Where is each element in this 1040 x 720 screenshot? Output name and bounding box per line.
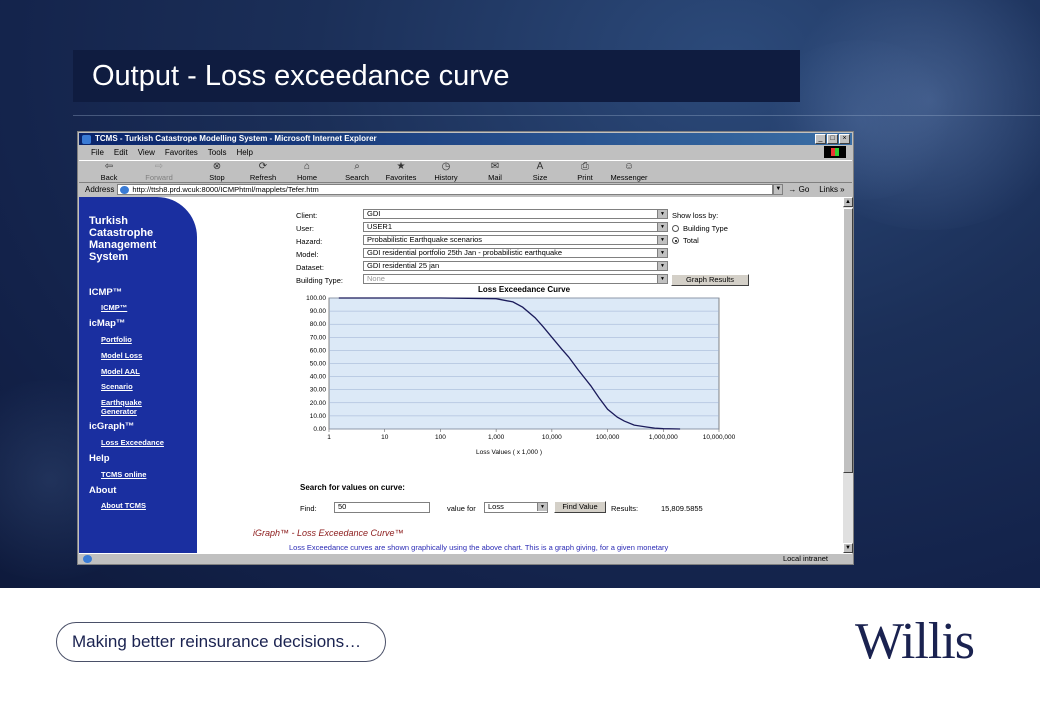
- ie-logo-icon: [82, 135, 91, 144]
- back-button[interactable]: ⇦ Back: [89, 161, 129, 182]
- igraph-body: Loss Exceedance curves are shown graphic…: [289, 543, 669, 552]
- menu-favorites[interactable]: Favorites: [165, 148, 198, 157]
- chart-x-tick-label: 1,000: [488, 434, 505, 441]
- go-button[interactable]: → Go: [788, 185, 809, 194]
- close-icon[interactable]: ×: [839, 134, 850, 144]
- maximize-icon[interactable]: □: [827, 134, 838, 144]
- mail-icon: ✉: [490, 161, 500, 172]
- chart-x-tick-label: 10: [381, 434, 389, 441]
- print-button[interactable]: ⎙ Print: [565, 161, 605, 182]
- results-label: Results:: [611, 504, 639, 513]
- messenger-icon: ☺: [623, 161, 635, 172]
- find-value-button[interactable]: Find Value: [554, 501, 606, 513]
- print-icon: ⎙: [581, 161, 589, 172]
- chart-y-tick-label: 80.00: [310, 321, 327, 328]
- chart-y-tick-label: 40.00: [310, 374, 327, 381]
- chart-y-tick-label: 60.00: [310, 347, 327, 354]
- tagline: Making better reinsurance decisions…: [56, 622, 386, 662]
- scroll-up-icon[interactable]: ▲: [843, 197, 853, 207]
- chart-y-tick-label: 50.00: [310, 361, 327, 368]
- search-button[interactable]: ⌕ Search: [337, 161, 377, 182]
- value-for-label: value for: [447, 504, 476, 513]
- slide-title: Output - Loss exceedance curve: [92, 60, 510, 92]
- scroll-thumb[interactable]: [843, 208, 853, 473]
- address-bar: Address http://ttsh8.prd.wcuk:8000/ICMPh…: [79, 183, 852, 196]
- refresh-button[interactable]: ⟳ Refresh: [243, 161, 283, 182]
- find-input[interactable]: 50: [334, 502, 430, 513]
- history-button[interactable]: ◷ History: [426, 161, 466, 182]
- forward-button[interactable]: ⇨ Forward: [139, 161, 179, 182]
- mail-button[interactable]: ✉ Mail: [475, 161, 515, 182]
- status-zone: Local intranet: [782, 554, 828, 563]
- size-button[interactable]: A Size: [520, 161, 560, 182]
- page-done-icon: [83, 555, 92, 563]
- favorites-icon: ★: [396, 161, 406, 172]
- windows-logo-icon: [824, 146, 846, 158]
- results-value: 15,809.5855: [661, 504, 703, 513]
- title-divider: [73, 115, 1040, 116]
- menu-view[interactable]: View: [138, 148, 155, 157]
- chart-y-tick-label: 100.00: [306, 295, 326, 302]
- scroll-down-icon[interactable]: ▼: [843, 543, 853, 553]
- history-icon: ◷: [441, 161, 451, 172]
- chart-y-tick-label: 20.00: [310, 400, 327, 407]
- back-arrow-icon: ⇦: [104, 161, 114, 172]
- value-for-select[interactable]: Loss ▼: [484, 502, 548, 513]
- chart-x-tick-label: 100,000: [596, 434, 620, 441]
- address-input[interactable]: http://ttsh8.prd.wcuk:8000/ICMPhtml/mapp…: [117, 184, 774, 195]
- page-icon: [120, 186, 130, 194]
- chart-x-tick-label: 10,000,000: [703, 434, 736, 441]
- chart-x-axis-label: Loss Values ( x 1,000 ): [476, 449, 542, 456]
- links-button[interactable]: Links »: [819, 185, 844, 194]
- nav-link-tcms-online[interactable]: TCMS online: [101, 470, 146, 479]
- chart-x-tick-label: 100: [435, 434, 446, 441]
- browser-window: TCMS - Turkish Catastrope Modelling Syst…: [77, 131, 854, 565]
- browser-title: TCMS - Turkish Catastrope Modelling Syst…: [95, 134, 377, 143]
- menu-file[interactable]: File: [91, 148, 104, 157]
- igraph-title: iGraph™ - Loss Exceedance Curve™: [253, 528, 404, 538]
- chart-y-tick-label: 10.00: [310, 413, 327, 420]
- chart-x-tick-label: 1,000,000: [649, 434, 678, 441]
- size-icon: A: [536, 161, 544, 172]
- chart-y-tick-label: 70.00: [310, 334, 327, 341]
- vertical-scrollbar[interactable]: ▲ ▼: [843, 197, 853, 553]
- chart-y-tick-label: 0.00: [313, 426, 326, 433]
- status-bar: Local intranet: [79, 553, 852, 564]
- forward-arrow-icon: ⇨: [154, 161, 164, 172]
- chart-x-tick-label: 10,000: [542, 434, 562, 441]
- find-label: Find:: [300, 504, 317, 513]
- browser-titlebar: TCMS - Turkish Catastrope Modelling Syst…: [79, 133, 852, 145]
- page-content: Turkish Catastrophe Management System IC…: [79, 197, 843, 553]
- menu-tools[interactable]: Tools: [208, 148, 227, 157]
- messenger-button[interactable]: ☺ Messenger: [609, 161, 649, 182]
- home-icon: ⌂: [303, 161, 311, 172]
- address-dropdown-icon[interactable]: ▼: [773, 184, 784, 195]
- menu-bar: File Edit View Favorites Tools Help: [79, 146, 852, 159]
- chevron-down-icon: ▼: [537, 503, 547, 511]
- chart-y-tick-label: 90.00: [310, 308, 327, 315]
- nav-link-about-tcms[interactable]: About TCMS: [101, 501, 146, 510]
- loss-exceedance-chart: 100.0090.0080.0070.0060.0050.0040.0030.0…: [306, 285, 736, 456]
- minimize-icon[interactable]: _: [815, 134, 826, 144]
- search-icon: ⌕: [354, 161, 360, 172]
- chart-title: Loss Exceedance Curve: [478, 285, 571, 294]
- chart-x-tick-label: 1: [327, 434, 331, 441]
- menu-edit[interactable]: Edit: [114, 148, 128, 157]
- nav-section-about: About: [89, 485, 117, 496]
- stop-icon: ⊗: [212, 161, 222, 172]
- toolbar: ⇦ Back ⇨ Forward ⊗ Stop ⟳ Refresh ⌂ Home ⌕ Sea…: [79, 160, 852, 183]
- menu-help[interactable]: Help: [236, 148, 252, 157]
- chart-y-tick-label: 30.00: [310, 387, 327, 394]
- home-button[interactable]: ⌂ Home: [287, 161, 327, 182]
- refresh-icon: ⟳: [258, 161, 268, 172]
- willis-logo: Willis: [855, 613, 975, 670]
- search-title: Search for values on curve:: [300, 483, 405, 492]
- address-label: Address: [85, 185, 115, 194]
- stop-button[interactable]: ⊗ Stop: [197, 161, 237, 182]
- favorites-button[interactable]: ★ Favorites: [381, 161, 421, 182]
